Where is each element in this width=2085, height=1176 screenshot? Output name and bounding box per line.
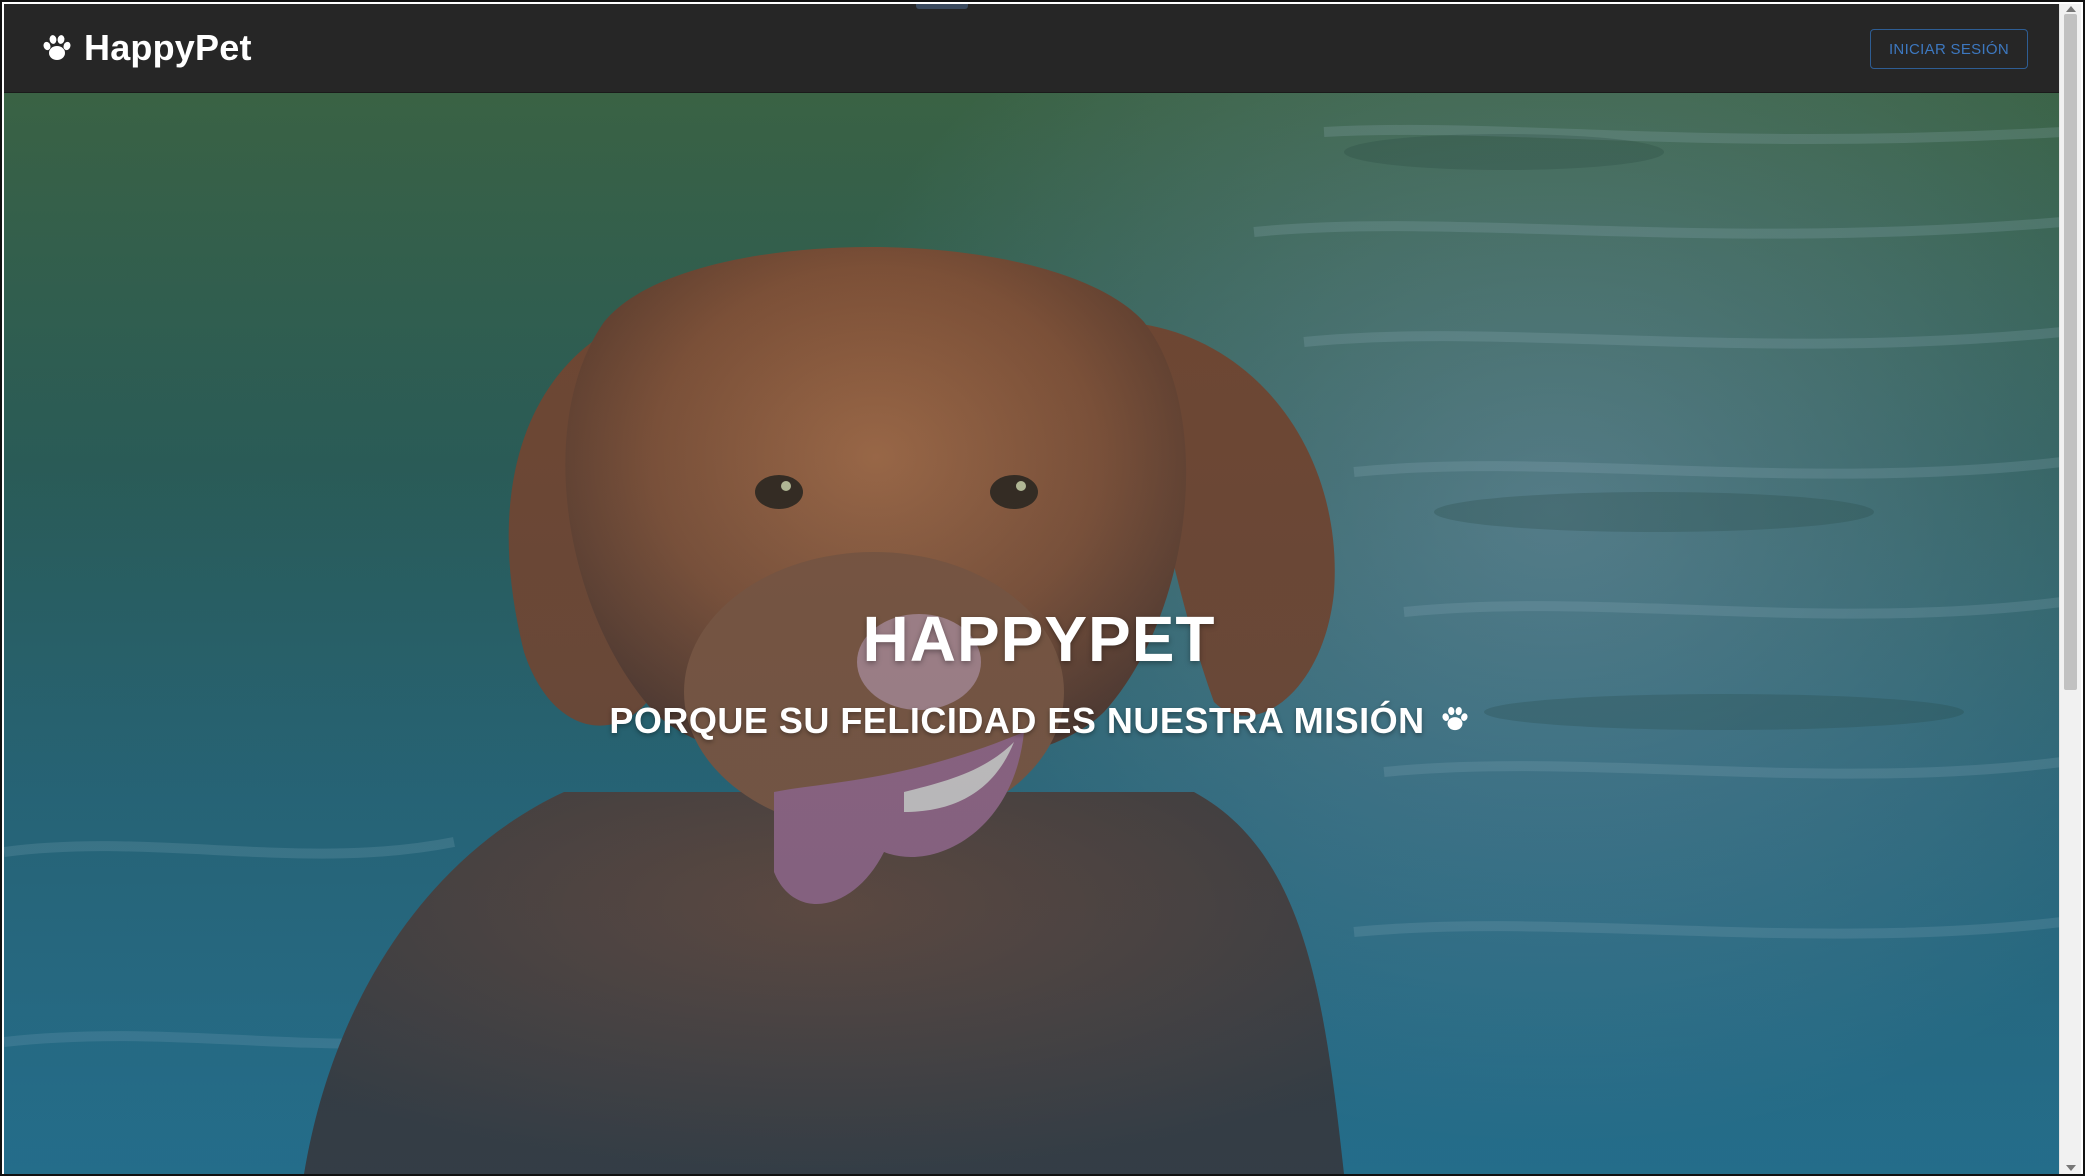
brand-name: HappyPet [84, 27, 252, 68]
scroll-up-arrow-icon[interactable] [2066, 6, 2076, 12]
paw-icon [1441, 706, 1469, 737]
hero-subtitle-text: PORQUE SU FELICIDAD ES NUESTRA MISIÓN [609, 700, 1425, 741]
hero-subtitle: PORQUE SU FELICIDAD ES NUESTRA MISIÓN [4, 700, 2062, 742]
scroll-down-arrow-icon[interactable] [2066, 1165, 2076, 1171]
login-button[interactable]: INICIAR SESIÓN [1870, 29, 2028, 69]
hero-title: HAPPYPET [862, 603, 1216, 675]
brand-home-link[interactable]: HappyPet [42, 26, 252, 70]
hero-section: HAPPYPET PORQUE SU FELICIDAD ES NUESTRA … [4, 92, 2062, 1174]
vertical-scrollbar[interactable] [2059, 4, 2081, 1174]
nav-indicator [916, 4, 968, 9]
navbar: HappyPet INICIAR SESIÓN [4, 4, 2062, 93]
scroll-thumb[interactable] [2064, 14, 2077, 690]
paw-icon [42, 34, 72, 62]
browser-viewport: HappyPet INICIAR SESIÓN HAPPYPET PORQUE … [0, 0, 2085, 1176]
